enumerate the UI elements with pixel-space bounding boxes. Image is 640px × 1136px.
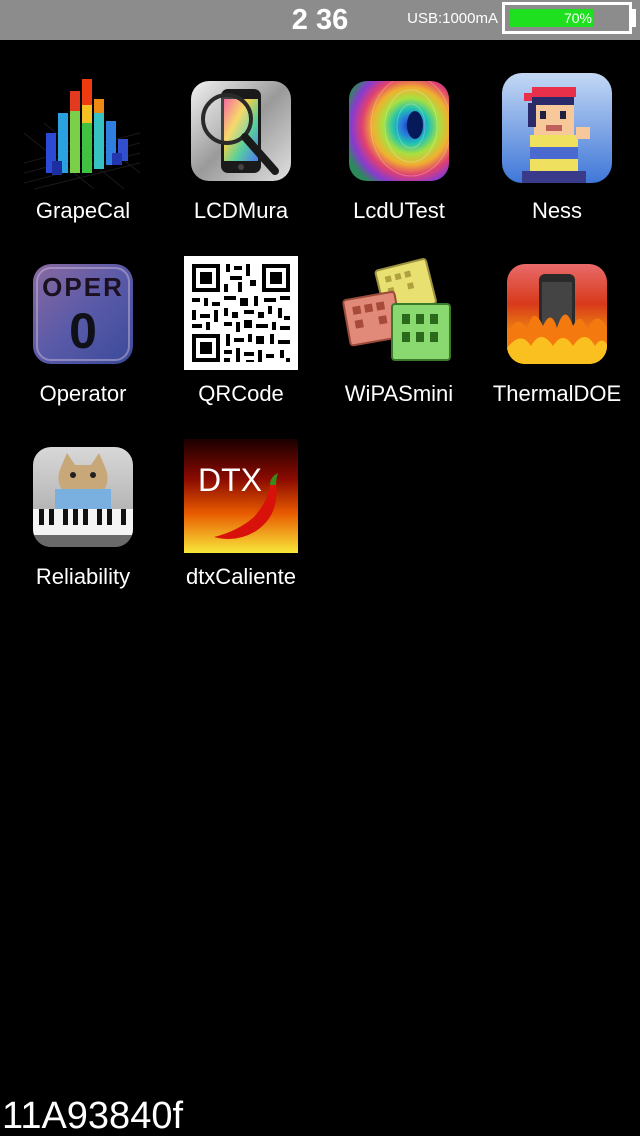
oper-digit: 0 bbox=[69, 303, 97, 359]
battery-nub bbox=[632, 9, 636, 27]
phone-flames-icon bbox=[507, 264, 607, 364]
app-lcdutest[interactable]: LcdUTest bbox=[320, 73, 478, 233]
dtx-text: DTX bbox=[198, 462, 262, 498]
app-qrcode[interactable]: QRCode bbox=[162, 256, 320, 416]
app-label: WiPASmini bbox=[344, 381, 454, 406]
peacock-feather-icon bbox=[349, 81, 449, 181]
qr-code-icon bbox=[184, 256, 298, 370]
oper-zero-icon: OPER 0 bbox=[33, 264, 133, 364]
app-thermaldoe[interactable]: ThermalDOE bbox=[478, 256, 636, 416]
status-bar: 2 36 USB:1000mA 70% bbox=[0, 0, 640, 40]
pixel-character-icon bbox=[502, 73, 612, 183]
app-label: Operator bbox=[39, 381, 127, 406]
app-label: Ness bbox=[531, 198, 583, 223]
3d-bar-graph-icon bbox=[24, 73, 140, 189]
app-ness[interactable]: Ness bbox=[478, 73, 636, 233]
oper-text: OPER bbox=[42, 272, 124, 302]
app-grapecal[interactable]: GrapeCal bbox=[4, 73, 162, 233]
app-label: LCDMura bbox=[193, 198, 289, 223]
chili-pepper-icon: DTX bbox=[184, 439, 298, 553]
app-dtxcaliente[interactable]: DTX dtxCaliente bbox=[162, 439, 320, 599]
status-time: 2 36 bbox=[291, 4, 349, 36]
phone-magnifier-icon bbox=[191, 81, 291, 181]
battery-percent: 70% bbox=[563, 10, 592, 26]
battery-indicator: 70% bbox=[502, 2, 632, 34]
app-operator[interactable]: OPER 0 Operator bbox=[4, 256, 162, 416]
build-id-label: 11A93840f bbox=[2, 1095, 184, 1136]
app-wipasmini[interactable]: WiPASmini bbox=[320, 256, 478, 416]
keyboard-cat-icon bbox=[33, 447, 133, 547]
usb-current-label: USB:1000mA bbox=[407, 10, 498, 27]
app-label: Reliability bbox=[35, 564, 131, 589]
app-label: dtxCaliente bbox=[185, 564, 297, 589]
app-label: GrapeCal bbox=[35, 198, 131, 223]
home-screen: 2 36 USB:1000mA 70% GrapeCal LCDMura Lcd… bbox=[0, 0, 640, 1136]
chip-tiles-icon bbox=[340, 256, 458, 366]
app-label: QRCode bbox=[198, 381, 284, 406]
app-lcdmura[interactable]: LCDMura bbox=[162, 73, 320, 233]
app-reliability[interactable]: Reliability bbox=[4, 439, 162, 599]
app-label: ThermalDOE bbox=[492, 381, 622, 406]
app-label: LcdUTest bbox=[353, 198, 445, 223]
